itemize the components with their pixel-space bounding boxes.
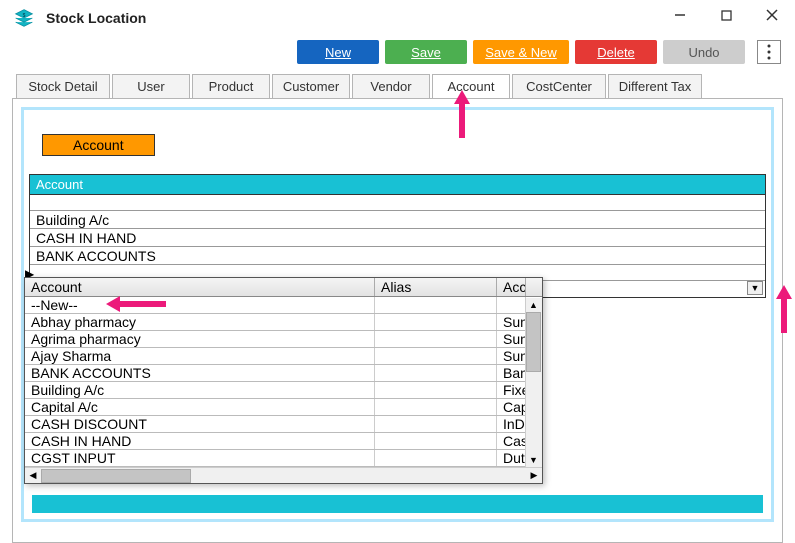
dropdown-col-account[interactable]: Account <box>25 278 375 296</box>
account-section-button[interactable]: Account <box>42 134 155 156</box>
maximize-button[interactable] <box>703 0 749 30</box>
dropdown-body: --New-- Abhay pharmacySun Agrima pharmac… <box>25 297 542 467</box>
account-dropdown-popup: Account Alias Acc --New-- Abhay pharmacy… <box>24 277 543 484</box>
dropdown-item[interactable]: CASH DISCOUNTInD <box>25 416 542 433</box>
dropdown-header: Account Alias Acc <box>25 278 542 297</box>
dropdown-item[interactable]: Building A/cFixe <box>25 382 542 399</box>
new-button[interactable]: New <box>297 40 379 64</box>
dropdown-col-acctype[interactable]: Acc <box>497 278 526 296</box>
save-button[interactable]: Save <box>385 40 467 64</box>
tab-strip: Stock Detail User Product Customer Vendo… <box>0 74 795 98</box>
dropdown-item[interactable]: Ajay SharmaSun <box>25 348 542 365</box>
annotation-arrow-tab <box>452 90 472 138</box>
tab-product[interactable]: Product <box>192 74 270 98</box>
bottom-bar <box>32 495 763 513</box>
tab-costcenter[interactable]: CostCenter <box>512 74 606 98</box>
hscroll-thumb[interactable] <box>41 469 191 483</box>
table-row[interactable]: CASH IN HAND <box>30 229 765 247</box>
dropdown-item[interactable]: Agrima pharmacySun <box>25 331 542 348</box>
delete-button[interactable]: Delete <box>575 40 657 64</box>
dropdown-item[interactable]: Abhay pharmacySun <box>25 314 542 331</box>
tab-vendor[interactable]: Vendor <box>352 74 430 98</box>
tab-user[interactable]: User <box>112 74 190 98</box>
table-row[interactable]: BANK ACCOUNTS <box>30 247 765 265</box>
tab-customer[interactable]: Customer <box>272 74 350 98</box>
window-controls <box>657 0 795 30</box>
svg-text:$: $ <box>23 13 26 19</box>
scroll-up-icon[interactable]: ▲ <box>526 298 541 312</box>
dropdown-col-alias[interactable]: Alias <box>375 278 497 296</box>
annotation-arrow-caret <box>774 285 794 333</box>
dropdown-item[interactable]: BANK ACCOUNTSBan <box>25 365 542 382</box>
window-title: Stock Location <box>46 10 146 26</box>
table-row[interactable]: Building A/c <box>30 211 765 229</box>
scroll-right-icon[interactable]: ▶ <box>526 469 542 483</box>
dropdown-vscrollbar[interactable]: ▲ ▼ <box>525 298 542 467</box>
scroll-left-icon[interactable]: ◀ <box>25 469 41 483</box>
toolbar: New Save Save & New Delete Undo <box>0 36 795 74</box>
minimize-button[interactable] <box>657 0 703 30</box>
scroll-thumb[interactable] <box>526 312 541 372</box>
annotation-arrow-new <box>106 294 166 314</box>
tab-different-tax[interactable]: Different Tax <box>608 74 702 98</box>
grid-column-header[interactable]: Account <box>30 175 765 195</box>
app-logo-icon: $ <box>14 8 34 28</box>
dropdown-item-new[interactable]: --New-- <box>25 297 542 314</box>
more-menu-button[interactable] <box>757 40 781 64</box>
dropdown-item[interactable]: CASH IN HANDCas <box>25 433 542 450</box>
scroll-down-icon[interactable]: ▼ <box>526 453 541 467</box>
title-bar: $ Stock Location <box>0 0 795 36</box>
dropdown-hscrollbar[interactable]: ◀ ▶ <box>25 467 542 483</box>
table-row[interactable] <box>30 195 765 211</box>
close-button[interactable] <box>749 0 795 30</box>
dropdown-item[interactable]: Capital A/cCap <box>25 399 542 416</box>
tab-stock-detail[interactable]: Stock Detail <box>16 74 110 98</box>
dropdown-caret-icon[interactable]: ▼ <box>747 281 763 295</box>
save-and-new-button[interactable]: Save & New <box>473 40 569 64</box>
dropdown-item[interactable]: CGST INPUTDut <box>25 450 542 467</box>
undo-button[interactable]: Undo <box>663 40 745 64</box>
